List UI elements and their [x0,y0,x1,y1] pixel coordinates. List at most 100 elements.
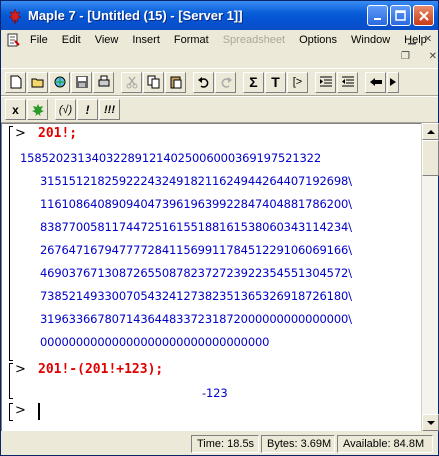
output-line: 1161086408909404739619639922847404881786… [40,197,352,211]
redo-button[interactable] [215,71,236,93]
sqrt-icon: (√) [58,103,73,116]
arrow-right-icon [390,78,396,86]
main-toolbar: Σ T [> [1,68,438,96]
execute-all-button[interactable]: !!! [99,99,120,120]
printer-icon [98,75,109,87]
outdent-icon [341,76,354,87]
execute-button[interactable]: ! [77,99,98,120]
indent-button[interactable] [315,71,336,93]
output-line: 2676471679477772841156991178451229106069… [40,243,352,257]
sigma-icon: Σ [249,74,258,90]
paste-button[interactable] [165,71,186,93]
output-line: 3151512182592224324918211624944264407192… [40,174,352,188]
mdi-close-button[interactable]: ✕ [421,33,435,46]
maple-leaf-icon [8,7,22,24]
arrow-left-icon [369,78,382,86]
insert-math-input-button[interactable]: [> [287,71,308,93]
prompt-2: > [15,362,26,377]
scroll-down-button[interactable] [422,414,439,431]
menu-view[interactable]: View [88,34,126,46]
multiply-icon: x [12,102,19,117]
arrow-up-icon [426,129,435,134]
outdent-button[interactable] [337,71,358,93]
undo-button[interactable] [193,71,214,93]
output-line: 1585202313403228912140250060003691975213… [20,151,321,165]
green-leaf-icon [31,103,44,116]
status-time: Time: 18.5s [191,435,259,453]
menu-spreadsheet[interactable]: Spreadsheet [216,34,292,46]
arrow-down-icon [426,420,435,425]
math-input-icon: [> [292,76,303,88]
print-button[interactable] [93,71,114,93]
copy-icon [147,75,159,89]
paste-icon [170,76,181,89]
status-bytes: Bytes: 3.69M [261,435,335,453]
maple-leaf-button[interactable] [27,99,48,120]
group-bracket-2[interactable] [9,363,13,399]
title-bar[interactable]: Maple 7 - [Untitled (15) - [Server 1]] [1,1,438,30]
open-url-button[interactable] [49,71,70,93]
vertical-scrollbar[interactable] [421,123,439,431]
output-result: -123 [202,386,228,400]
maximize-button[interactable] [390,5,411,26]
menu-insert[interactable]: Insert [125,34,167,46]
status-available: Available: 84.8M [337,435,433,453]
back-button[interactable] [365,71,386,93]
close-button[interactable] [413,5,434,26]
output-line: 8387700581174472516155188161538060343114… [40,220,352,234]
evaluate-button[interactable]: (√) [55,99,76,120]
indent-icon [319,76,332,87]
redo-icon [221,77,232,88]
mdi-controls: ❐ ✕ [401,51,437,67]
bang-icon: ! [85,102,90,117]
context-toolbar: x (√) ! !!! [1,96,438,123]
text-icon: T [271,74,280,90]
scroll-up-button[interactable] [422,123,439,140]
maple-window: Maple 7 - [Untitled (15) - [Server 1]] F… [0,0,439,456]
menu-file[interactable]: File [23,34,55,46]
close-icon [418,10,429,21]
globe-icon [54,76,65,88]
group-bracket-3[interactable] [9,403,13,421]
minimize-icon [373,17,381,20]
save-button[interactable] [71,71,92,93]
mdi-close-icon[interactable]: ✕ [429,51,437,67]
insert-text-button[interactable]: T [265,71,286,93]
window-title: Maple 7 - [Untitled (15) - [Server 1]] [28,8,243,23]
menu-format[interactable]: Format [167,34,216,46]
open-button[interactable] [27,71,48,93]
worksheet[interactable]: > 201!; 15852023134032289121402500600036… [1,123,421,431]
input-line-2[interactable]: 201!-(201!+123); [38,362,163,377]
scissors-icon [126,76,137,89]
scroll-thumb[interactable] [422,140,439,176]
copy-button[interactable] [143,71,164,93]
output-line: 4690376713087265508782372723922354551304… [40,266,352,280]
group-bracket-1[interactable] [9,126,13,361]
forward-button[interactable] [387,71,399,93]
new-button[interactable] [5,71,26,93]
menu-window[interactable]: Window [344,34,397,46]
minimize-button[interactable] [367,5,388,26]
mdi-minimize-button[interactable]: ▁ [405,33,419,46]
output-line: 7385214933007054324127382351365326918726… [40,289,352,303]
maximize-icon [395,10,406,21]
cut-button[interactable] [121,71,142,93]
mdi-restore-icon[interactable]: ❐ [401,51,410,67]
document-icon[interactable] [5,32,21,48]
input-line-1[interactable]: 201!; [38,126,77,141]
new-file-icon [10,75,21,89]
floppy-disk-icon [75,76,88,88]
menu-bar: File Edit View Insert Format Spreadsheet… [1,30,438,50]
multiply-button[interactable]: x [5,99,26,120]
prompt-3: > [15,403,26,418]
triple-bang-icon: !!! [104,103,115,116]
open-folder-icon [31,78,43,88]
undo-icon [197,77,208,88]
status-bar: Time: 18.5s Bytes: 3.69M Available: 84.8… [1,433,438,455]
text-cursor [38,403,40,420]
menu-options[interactable]: Options [292,34,344,46]
output-line: 3196336678071436448337231872000000000000… [40,312,352,326]
menu-edit[interactable]: Edit [55,34,88,46]
insert-sigma-button[interactable]: Σ [243,71,264,93]
output-line: 00000000000000000000000000000000 [40,335,270,349]
